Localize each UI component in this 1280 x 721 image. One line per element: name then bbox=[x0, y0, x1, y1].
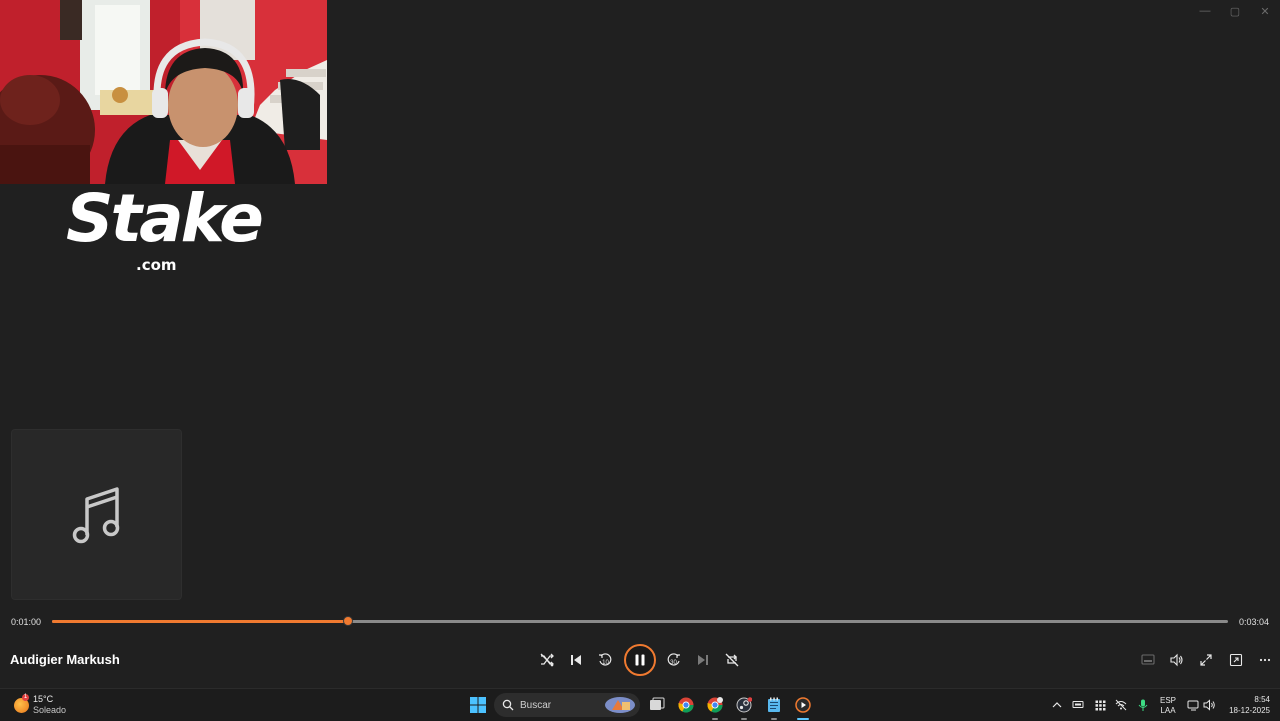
weather-description: Soleado bbox=[33, 705, 67, 715]
shuffle-icon bbox=[540, 653, 554, 667]
volume-button[interactable] bbox=[1165, 648, 1189, 672]
close-button[interactable]: ✕ bbox=[1250, 0, 1280, 22]
current-time: 0:01:00 bbox=[11, 617, 42, 627]
clock-date[interactable]: 18-12-2025 bbox=[1222, 706, 1270, 715]
weather-temperature: 15°C bbox=[33, 694, 54, 704]
network-off-icon bbox=[1115, 699, 1127, 711]
grid-icon bbox=[1095, 700, 1105, 710]
taskbar-chrome-profile[interactable] bbox=[705, 695, 725, 715]
next-icon bbox=[698, 655, 708, 665]
cast-button[interactable] bbox=[1224, 648, 1248, 672]
taskbar-app-steam[interactable] bbox=[734, 695, 754, 715]
tray-microphone[interactable] bbox=[1133, 695, 1153, 715]
fullscreen-button[interactable] bbox=[1194, 648, 1218, 672]
tray-grid[interactable] bbox=[1090, 695, 1110, 715]
taskbar-chrome[interactable] bbox=[676, 695, 696, 715]
start-button[interactable] bbox=[468, 695, 488, 715]
total-time: 0:03:04 bbox=[1238, 617, 1269, 627]
language-code[interactable]: ESP bbox=[1158, 696, 1178, 705]
svg-text:10: 10 bbox=[602, 660, 609, 666]
notepad-icon bbox=[768, 697, 780, 712]
tray-display[interactable] bbox=[1068, 695, 1088, 715]
album-art bbox=[11, 429, 182, 600]
seek-bar-handle[interactable] bbox=[343, 616, 354, 626]
shuffle-button[interactable] bbox=[535, 648, 559, 672]
fullscreen-icon bbox=[1200, 654, 1212, 666]
rewind-10-icon: 10 bbox=[599, 653, 612, 666]
stake-logo-word: Stake bbox=[66, 180, 264, 257]
more-options-button[interactable] bbox=[1253, 648, 1277, 672]
search-highlight-icon bbox=[605, 697, 635, 713]
more-icon bbox=[1259, 658, 1271, 662]
window-controls: — ▢ ✕ bbox=[1190, 0, 1280, 22]
clock-time[interactable]: 8:54 bbox=[1226, 695, 1270, 704]
tray-network-off[interactable] bbox=[1111, 695, 1131, 715]
svg-text:30: 30 bbox=[670, 660, 677, 666]
chevron-up-icon bbox=[1052, 702, 1062, 708]
pause-icon bbox=[635, 654, 645, 666]
tray-volume[interactable] bbox=[1199, 695, 1219, 715]
volume-icon bbox=[1170, 653, 1183, 667]
repeat-off-icon bbox=[725, 653, 739, 667]
rewind-10-button[interactable]: 10 bbox=[593, 648, 617, 672]
language-layout[interactable]: LAA bbox=[1158, 706, 1178, 715]
taskbar: 1 15°C Soleado Buscar ESP LAA 8:54 18-12… bbox=[0, 688, 1280, 721]
forward-30-icon: 30 bbox=[667, 653, 680, 666]
song-title[interactable]: Audigier Markush bbox=[10, 652, 120, 667]
battery-icon bbox=[1187, 700, 1198, 710]
miniplayer-icon bbox=[1141, 654, 1155, 665]
taskbar-search[interactable]: Buscar bbox=[494, 693, 640, 717]
microphone-icon bbox=[1138, 699, 1148, 711]
search-icon bbox=[502, 699, 514, 711]
chrome-icon bbox=[678, 697, 694, 713]
previous-icon bbox=[571, 655, 581, 665]
previous-button[interactable] bbox=[564, 648, 588, 672]
windows-logo-icon bbox=[470, 697, 486, 713]
next-button[interactable] bbox=[691, 648, 715, 672]
search-placeholder: Buscar bbox=[520, 699, 552, 711]
media-player-window: — ▢ ✕ Stake .com 0:01:00 0:03:04 Audigie… bbox=[0, 0, 1280, 688]
repeat-button[interactable] bbox=[720, 648, 744, 672]
forward-30-button[interactable]: 30 bbox=[662, 648, 686, 672]
weather-badge: 1 bbox=[22, 694, 29, 701]
seek-bar-fill bbox=[52, 620, 349, 623]
music-note-icon bbox=[72, 486, 119, 543]
cast-icon bbox=[1229, 653, 1243, 667]
webcam-overlay bbox=[0, 0, 327, 184]
show-hidden-icons-button[interactable] bbox=[1047, 695, 1067, 715]
display-icon bbox=[1072, 701, 1084, 708]
stake-logo-domain: .com bbox=[136, 256, 177, 274]
taskbar-media-player[interactable] bbox=[793, 695, 813, 715]
stake-logo: Stake .com bbox=[60, 180, 264, 280]
speaker-icon bbox=[1203, 699, 1215, 711]
seek-bar[interactable] bbox=[52, 616, 1228, 626]
maximize-button[interactable]: ▢ bbox=[1220, 0, 1250, 22]
chrome-profile-icon bbox=[707, 697, 723, 713]
task-view-button[interactable] bbox=[647, 695, 667, 715]
media-player-icon bbox=[795, 697, 811, 713]
minimize-button[interactable]: — bbox=[1190, 0, 1220, 22]
taskbar-notepad[interactable] bbox=[764, 695, 784, 715]
miniplayer-button[interactable] bbox=[1136, 648, 1160, 672]
pause-button[interactable] bbox=[624, 644, 656, 676]
task-view-icon bbox=[650, 697, 665, 710]
steam-icon bbox=[736, 697, 752, 713]
